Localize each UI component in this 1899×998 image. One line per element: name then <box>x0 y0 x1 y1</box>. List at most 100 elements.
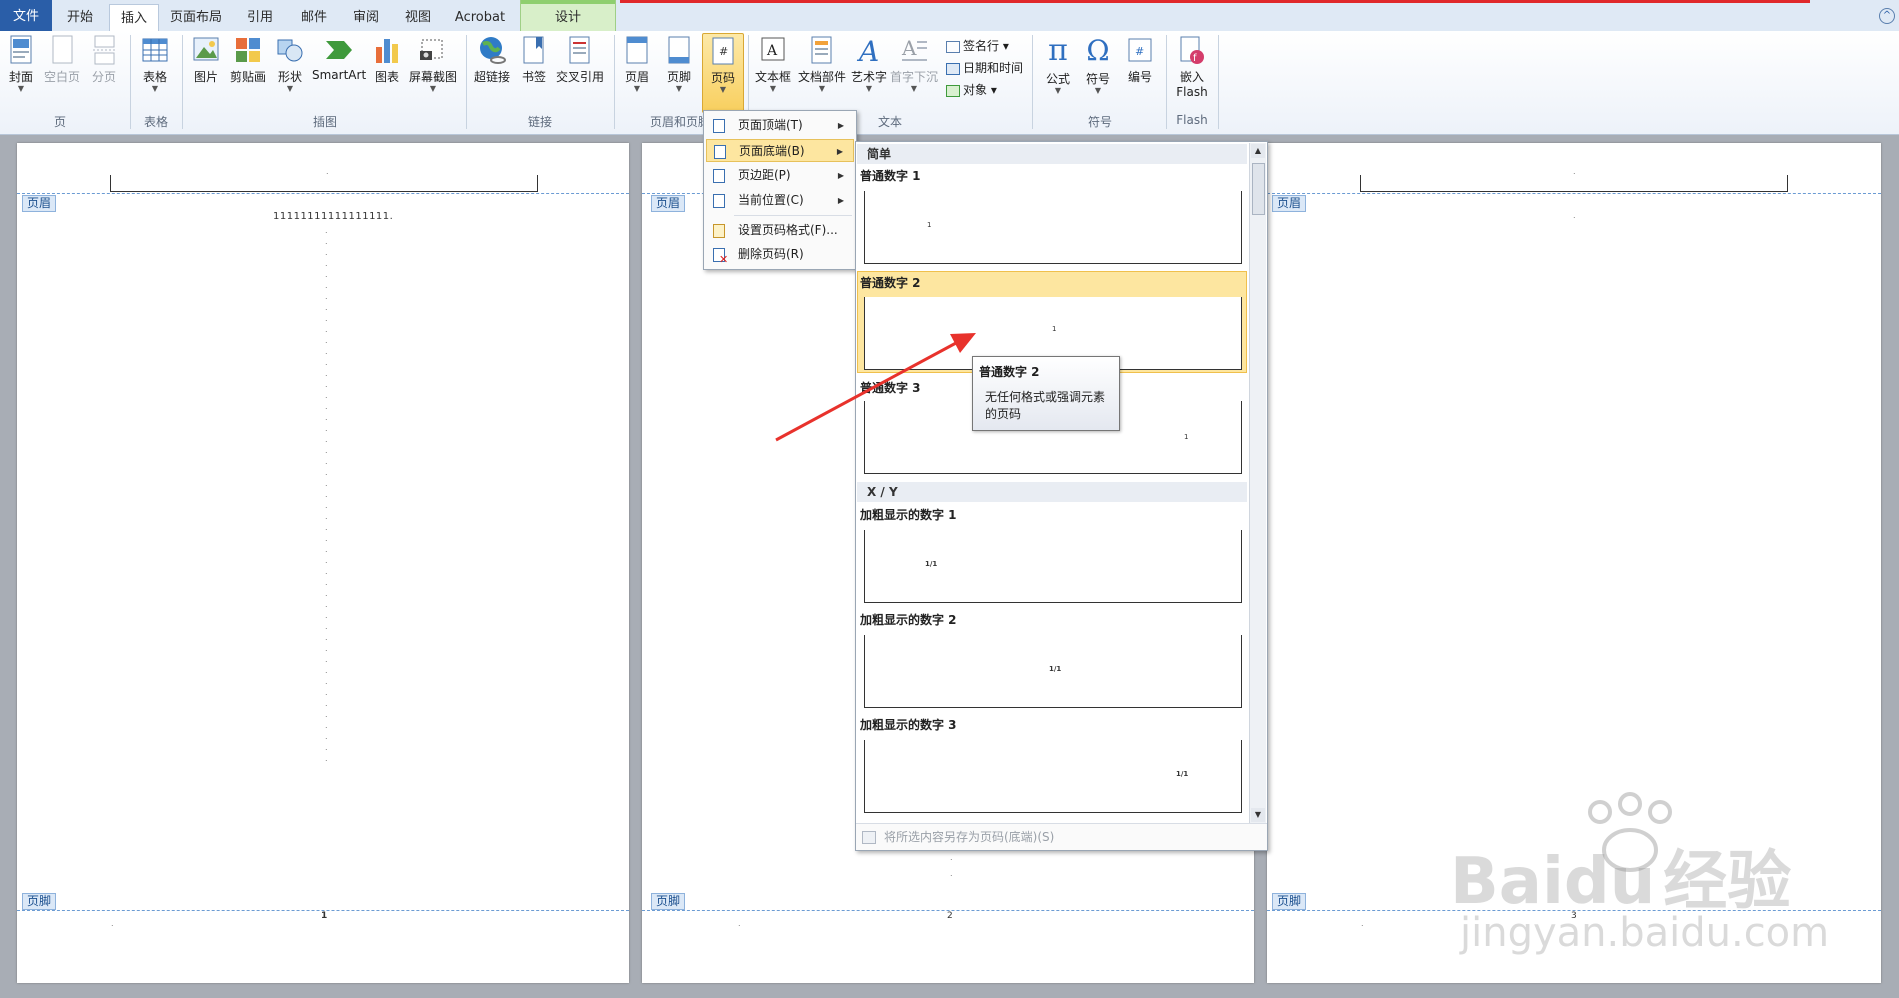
screenshot-button[interactable]: 屏幕截图 ▼ <box>408 35 458 93</box>
body-text: 11111111111111111. <box>273 211 394 222</box>
scroll-thumb[interactable] <box>1252 163 1265 215</box>
menu-item-current-position[interactable]: 当前位置(C) ▶ <box>706 189 854 212</box>
group-separator <box>1218 35 1219 129</box>
gallery-item-title: 普通数字 3 <box>860 381 921 395</box>
menu-item-bottom-of-page[interactable]: 页面底端(B) ▶ <box>706 139 854 162</box>
page-icon <box>713 194 725 208</box>
header-boundary <box>1267 193 1881 194</box>
wordart-button[interactable]: A 艺术字 ▼ <box>850 35 888 93</box>
textbox-button[interactable]: A 文本框 ▼ <box>752 35 794 93</box>
page-break-button[interactable]: 分页 <box>88 35 120 85</box>
tab-review[interactable]: 审阅 <box>344 4 388 31</box>
shapes-button[interactable]: 形状 ▼ <box>274 35 306 93</box>
save-gallery-icon <box>862 831 876 844</box>
submenu-arrow-icon: ▶ <box>837 121 844 130</box>
drop-cap-button[interactable]: A 首字下沉 ▼ <box>890 35 938 93</box>
gallery-item-title: 加粗显示的数字 3 <box>860 718 957 732</box>
svg-text:#: # <box>719 45 728 58</box>
equation-button[interactable]: π 公式 ▼ <box>1040 35 1076 95</box>
signature-line-button[interactable]: 签名行 ▾ <box>946 37 1009 54</box>
group-separator <box>130 35 131 129</box>
ribbon-tab-bar: 文件 开始 插入 页面布局 引用 邮件 审阅 视图 Acrobat 设计 ^ <box>0 0 1899 32</box>
cover-icon <box>10 35 32 64</box>
gallery-item-title: 加粗显示的数字 1 <box>860 508 957 522</box>
shapes-icon <box>277 39 303 62</box>
submenu-arrow-icon: ▶ <box>837 171 844 180</box>
table-button[interactable]: 表格 ▼ <box>138 35 172 93</box>
page-number-icon: # <box>712 37 734 65</box>
scroll-up-icon[interactable]: ▲ <box>1251 144 1265 158</box>
group-label-tables: 表格 <box>143 115 168 129</box>
footer-tag: 页脚 <box>22 893 57 910</box>
menu-item-top-of-page[interactable]: 页面顶端(T) ▶ <box>706 114 854 137</box>
tab-insert[interactable]: 插入 <box>109 4 159 32</box>
page-number-menu: 页面顶端(T) ▶ 页面底端(B) ▶ 页边距(P) ▶ 当前位置(C) ▶ 设置页码格… <box>703 110 857 270</box>
calendar-icon <box>946 62 960 75</box>
gallery-item-title: 加粗显示的数字 2 <box>860 613 957 627</box>
header-tag: 页眉 <box>1272 195 1307 212</box>
tab-home[interactable]: 开始 <box>60 4 100 31</box>
object-icon <box>946 84 960 97</box>
paragraph-marks: . . . . . . . . . . . . . . . . . . . . … <box>325 226 328 763</box>
chart-button[interactable]: 图表 <box>370 35 404 85</box>
smartart-button[interactable]: SmartArt <box>312 35 366 82</box>
menu-item-remove-page-numbers[interactable]: ✕ 删除页码(R) <box>706 243 854 266</box>
footer-button[interactable]: 页脚 ▼ <box>662 35 696 93</box>
page-number-button[interactable]: # 页码 ▼ <box>702 33 744 113</box>
save-selection-as-page-number-item[interactable]: 将所选内容另存为页码(底端)(S) <box>856 823 1267 850</box>
header-rule <box>1360 175 1788 192</box>
gallery-item-title: 普通数字 2 <box>860 276 921 290</box>
tab-page-layout[interactable]: 页面布局 <box>166 4 226 31</box>
quick-parts-button[interactable]: 文档部件 ▼ <box>796 35 848 93</box>
gallery-item-bold-number-1[interactable]: 1/1 <box>864 530 1242 603</box>
gallery-item-bold-number-3[interactable]: 1/1 <box>864 740 1242 813</box>
svg-text:f: f <box>1193 53 1197 64</box>
bookmark-icon <box>523 36 544 64</box>
tab-view[interactable]: 视图 <box>396 4 440 31</box>
tab-acrobat[interactable]: Acrobat <box>448 4 512 31</box>
page-number-text: 1 <box>321 911 328 921</box>
picture-icon <box>193 37 219 61</box>
group-separator <box>1032 35 1033 129</box>
date-time-button[interactable]: 日期和时间 <box>946 59 1023 76</box>
tab-references[interactable]: 引用 <box>238 4 282 31</box>
tooltip: 普通数字 2 无任何格式或强调元素的页码 <box>972 356 1120 431</box>
table-icon <box>142 38 168 62</box>
page-number-text: 3 <box>1571 911 1577 921</box>
document-page-1[interactable]: 页眉 . 11111111111111111. . . . . . . . . … <box>17 143 629 983</box>
hyperlink-button[interactable]: 超链接 <box>472 35 512 85</box>
symbol-button[interactable]: Ω 符号 ▼ <box>1080 35 1116 95</box>
tab-design[interactable]: 设计 <box>520 0 616 31</box>
blank-page-button[interactable]: 空白页 <box>42 35 82 85</box>
clipart-button[interactable]: 剪贴画 <box>228 35 268 85</box>
header-button[interactable]: 页眉 ▼ <box>620 35 654 93</box>
document-page-3[interactable]: 页眉 . . 页脚 3 . <box>1267 143 1881 983</box>
menu-item-page-margins[interactable]: 页边距(P) ▶ <box>706 164 854 187</box>
drop-cap-icon: A <box>901 36 927 61</box>
gallery-item-plain-number-1[interactable]: 1 <box>864 191 1242 264</box>
page-icon <box>714 145 726 159</box>
scroll-down-icon[interactable]: ▼ <box>1251 808 1265 822</box>
format-icon <box>713 224 725 238</box>
cross-reference-button[interactable]: 交叉引用 <box>554 35 606 85</box>
clipart-icon <box>236 38 260 62</box>
embed-flash-button[interactable]: f 嵌入 Flash <box>1172 35 1212 99</box>
svg-text:#: # <box>1135 45 1144 58</box>
picture-button[interactable]: 图片 <box>190 35 222 85</box>
gallery-category-simple: 简单 <box>857 144 1247 164</box>
gallery-scrollbar[interactable]: ▲ ▼ <box>1249 143 1266 823</box>
numbering-button[interactable]: # 编号 <box>1122 35 1158 85</box>
flash-icon: f <box>1180 36 1204 64</box>
gallery-item-bold-number-2[interactable]: 1/1 <box>864 635 1242 708</box>
page-break-icon <box>93 35 116 65</box>
page-icon <box>713 169 725 183</box>
cover-button[interactable]: 封面 ▼ <box>4 35 38 93</box>
object-button[interactable]: 对象 ▾ <box>946 81 997 98</box>
help-icon[interactable]: ^ <box>1879 8 1895 24</box>
wordart-icon: A <box>856 35 879 65</box>
menu-item-format-page-numbers[interactable]: 设置页码格式(F)... <box>706 219 854 242</box>
tab-file[interactable]: 文件 <box>0 0 52 31</box>
tab-mailings[interactable]: 邮件 <box>292 4 336 31</box>
screenshot-icon <box>420 39 443 60</box>
bookmark-button[interactable]: 书签 <box>518 35 550 85</box>
